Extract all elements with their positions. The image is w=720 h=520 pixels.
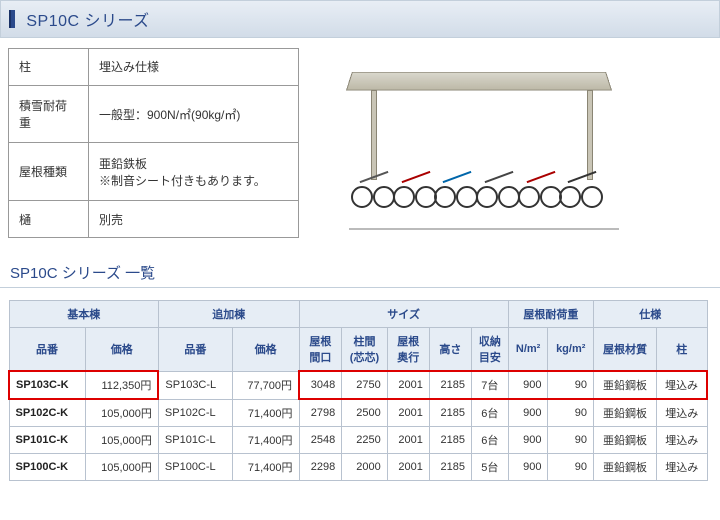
roof-width: 2548 <box>299 427 342 454</box>
capacity: 5台 <box>471 454 508 481</box>
series-title-bar: SP10C シリーズ <box>0 0 720 38</box>
addon-code: SP100C-L <box>158 454 232 481</box>
product-price: 105,000円 <box>85 454 158 481</box>
header-kgm2: kg/m² <box>548 328 594 372</box>
list-title: SP10C シリーズ 一覧 <box>0 258 720 288</box>
pillar-span: 2000 <box>342 454 388 481</box>
load-nm2: 900 <box>508 399 548 427</box>
header-pillar-span: 柱間 (芯芯) <box>342 328 388 372</box>
load-kgm2: 90 <box>548 427 594 454</box>
addon-code: SP103C-L <box>158 371 232 399</box>
product-code: SP103C-K <box>9 371 85 399</box>
title-bar-icon <box>9 10 15 28</box>
roof-material: 亜鉛鋼板 <box>594 427 657 454</box>
addon-price: 71,400円 <box>232 399 299 427</box>
height: 2185 <box>429 371 471 399</box>
pillar-span: 2750 <box>342 371 388 399</box>
pillar-spec: 埋込み <box>656 371 707 399</box>
spec-label: 柱 <box>9 49 89 86</box>
header-capacity: 収納 目安 <box>471 328 508 372</box>
header-price: 価格 <box>85 328 158 372</box>
spec-value: 一般型：900N/㎡(90kg/㎡) <box>89 85 299 143</box>
pillar-spec: 埋込み <box>656 427 707 454</box>
spec-value: 別売 <box>89 201 299 238</box>
header-spec-group: 仕様 <box>594 301 708 328</box>
table-row: SP103C-K112,350円SP103C-L77,700円304827502… <box>9 371 707 399</box>
header-code: 品番 <box>158 328 232 372</box>
pillar-spec: 埋込み <box>656 399 707 427</box>
product-price: 105,000円 <box>85 399 158 427</box>
addon-price: 71,400円 <box>232 427 299 454</box>
addon-code: SP101C-L <box>158 427 232 454</box>
header-basic-group: 基本棟 <box>9 301 158 328</box>
spec-label: 樋 <box>9 201 89 238</box>
load-nm2: 900 <box>508 454 548 481</box>
capacity: 7台 <box>471 371 508 399</box>
header-pillar-spec: 柱 <box>656 328 707 372</box>
load-kgm2: 90 <box>548 454 594 481</box>
load-nm2: 900 <box>508 371 548 399</box>
roof-depth: 2001 <box>387 399 429 427</box>
load-nm2: 900 <box>508 427 548 454</box>
series-title: SP10C シリーズ <box>26 13 149 30</box>
header-roof-material: 屋根材質 <box>594 328 657 372</box>
roof-width: 3048 <box>299 371 342 399</box>
height: 2185 <box>429 454 471 481</box>
shelter-roof-icon <box>346 72 612 90</box>
header-size-group: サイズ <box>299 301 508 328</box>
spec-table: 柱埋込み仕様積雪耐荷重一般型：900N/㎡(90kg/㎡)屋根種類亜鉛鉄板 ※制… <box>8 48 299 238</box>
load-kgm2: 90 <box>548 371 594 399</box>
table-row: SP100C-K105,000円SP100C-L71,400円229820002… <box>9 454 707 481</box>
product-price: 105,000円 <box>85 427 158 454</box>
header-addon-group: 追加棟 <box>158 301 299 328</box>
capacity: 6台 <box>471 399 508 427</box>
addon-code: SP102C-L <box>158 399 232 427</box>
product-code: SP100C-K <box>9 454 85 481</box>
pillar-spec: 埋込み <box>656 454 707 481</box>
product-image <box>319 48 619 238</box>
spec-label: 積雪耐荷重 <box>9 85 89 143</box>
bicycles-icon <box>359 138 609 218</box>
spec-area: 柱埋込み仕様積雪耐荷重一般型：900N/㎡(90kg/㎡)屋根種類亜鉛鉄板 ※制… <box>0 48 720 238</box>
roof-material: 亜鉛鋼板 <box>594 371 657 399</box>
addon-price: 77,700円 <box>232 371 299 399</box>
roof-width: 2298 <box>299 454 342 481</box>
roof-width: 2798 <box>299 399 342 427</box>
product-code: SP101C-K <box>9 427 85 454</box>
product-price: 112,350円 <box>85 371 158 399</box>
height: 2185 <box>429 399 471 427</box>
load-kgm2: 90 <box>548 399 594 427</box>
capacity: 6台 <box>471 427 508 454</box>
spec-value: 埋込み仕様 <box>89 49 299 86</box>
pillar-span: 2500 <box>342 399 388 427</box>
roof-material: 亜鉛鋼板 <box>594 399 657 427</box>
spec-label: 屋根種類 <box>9 143 89 201</box>
ground-line-icon <box>349 228 619 230</box>
product-list-table: 基本棟 追加棟 サイズ 屋根耐荷重 仕様 品番 価格 品番 価格 屋根 間口 柱… <box>8 300 708 481</box>
header-nm2: N/m² <box>508 328 548 372</box>
header-height: 高さ <box>429 328 471 372</box>
roof-material: 亜鉛鋼板 <box>594 454 657 481</box>
product-code: SP102C-K <box>9 399 85 427</box>
header-roof-width: 屋根 間口 <box>299 328 342 372</box>
roof-depth: 2001 <box>387 427 429 454</box>
pillar-span: 2250 <box>342 427 388 454</box>
header-price: 価格 <box>232 328 299 372</box>
roof-depth: 2001 <box>387 454 429 481</box>
header-roof-depth: 屋根 奥行 <box>387 328 429 372</box>
roof-depth: 2001 <box>387 371 429 399</box>
header-code: 品番 <box>9 328 85 372</box>
header-load-group: 屋根耐荷重 <box>508 301 593 328</box>
table-row: SP101C-K105,000円SP101C-L71,400円254822502… <box>9 427 707 454</box>
spec-value: 亜鉛鉄板 ※制音シート付きもあります。 <box>89 143 299 201</box>
table-row: SP102C-K105,000円SP102C-L71,400円279825002… <box>9 399 707 427</box>
height: 2185 <box>429 427 471 454</box>
addon-price: 71,400円 <box>232 454 299 481</box>
